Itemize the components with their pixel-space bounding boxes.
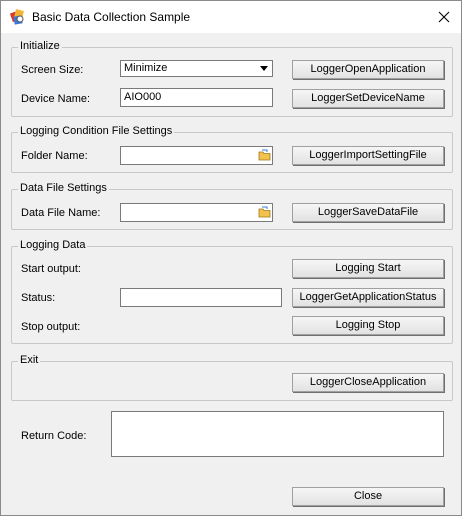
data-file-browse-icon[interactable] <box>258 206 271 218</box>
device-name-label: Device Name: <box>21 93 91 105</box>
logger-set-device-name-button[interactable]: LoggerSetDeviceName <box>292 89 444 108</box>
logging-condition-legend: Logging Condition File Settings <box>18 125 175 137</box>
return-code-label: Return Code: <box>21 430 87 442</box>
data-file-legend: Data File Settings <box>18 182 109 194</box>
logger-close-application-button[interactable]: LoggerCloseApplication <box>292 373 444 392</box>
title-bar: Basic Data Collection Sample <box>1 1 461 33</box>
folder-browse-icon[interactable] <box>258 149 271 161</box>
app-icon <box>9 9 24 25</box>
status-field[interactable] <box>120 288 282 307</box>
screen-size-value: Minimize <box>124 62 168 74</box>
status-label: Status: <box>21 292 56 304</box>
close-button[interactable]: Close <box>292 487 444 506</box>
logger-import-setting-file-button[interactable]: LoggerImportSettingFile <box>292 146 444 165</box>
logger-get-application-status-button[interactable]: LoggerGetApplicationStatus <box>292 288 444 307</box>
logging-data-legend: Logging Data <box>18 239 88 251</box>
screen-size-select[interactable]: Minimize <box>120 60 273 77</box>
logging-start-button[interactable]: Logging Start <box>292 259 444 278</box>
initialize-legend: Initialize <box>18 40 62 52</box>
data-file-name-label: Data File Name: <box>21 207 101 219</box>
logger-open-application-button[interactable]: LoggerOpenApplication <box>292 60 444 79</box>
stop-output-label: Stop output: <box>21 321 81 333</box>
chevron-down-icon <box>260 66 268 71</box>
window-title: Basic Data Collection Sample <box>32 10 191 24</box>
window-close-button[interactable] <box>427 1 461 33</box>
folder-name-label: Folder Name: <box>21 150 88 162</box>
start-output-label: Start output: <box>21 263 81 275</box>
screen-size-label: Screen Size: <box>21 64 84 76</box>
logger-save-data-file-button[interactable]: LoggerSaveDataFile <box>292 203 444 222</box>
folder-name-input[interactable] <box>120 146 273 165</box>
close-icon <box>438 11 450 23</box>
device-name-input[interactable]: AIO000 <box>120 88 273 107</box>
data-file-name-input[interactable] <box>120 203 273 222</box>
return-code-field[interactable] <box>111 411 444 457</box>
exit-legend: Exit <box>18 354 41 366</box>
app-window: Basic Data Collection Sample Initialize … <box>0 0 462 516</box>
logging-stop-button[interactable]: Logging Stop <box>292 316 444 335</box>
